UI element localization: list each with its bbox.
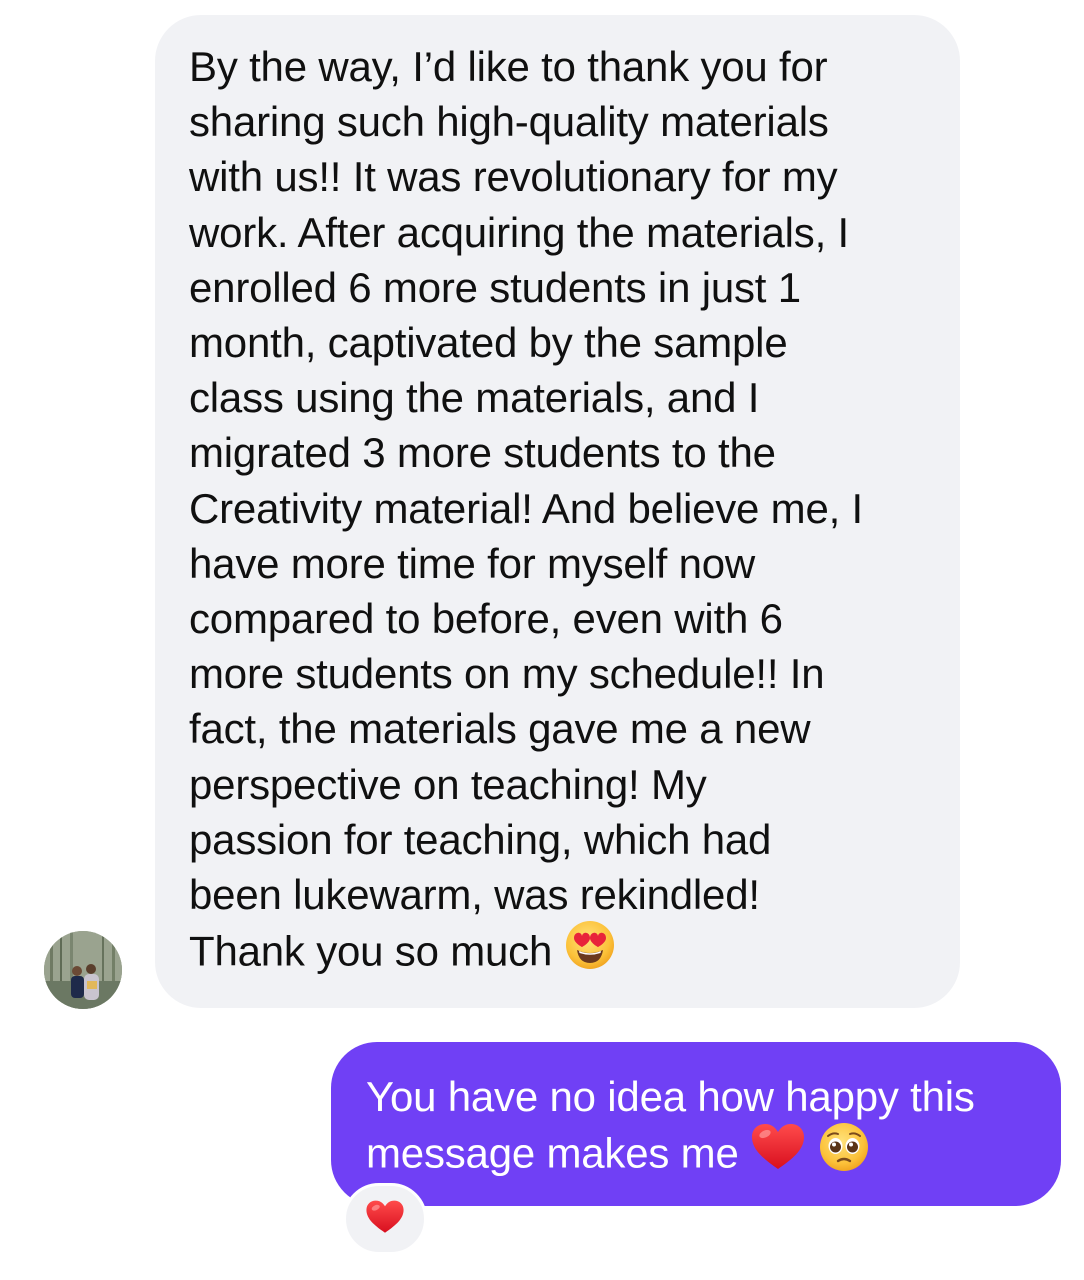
message-line: migrated 3 more students to the [189, 429, 776, 477]
outgoing-message-bubble[interactable]: You have no idea how happy this message … [331, 1042, 1061, 1206]
message-line: work. After acquiring the materials, I [189, 208, 850, 256]
message-line: sharing such high-quality materials [189, 98, 829, 146]
message-line: fact, the materials gave me a new [189, 705, 811, 753]
heart-eyes-emoji [564, 919, 616, 984]
pleading-face-emoji [818, 1121, 870, 1186]
message-line: more students on my schedule!! In [189, 650, 825, 698]
message-line: month, captivated by the sample [189, 319, 788, 367]
message-line: passion for teaching, which had [189, 815, 772, 863]
message-line-last: message makes me [366, 1121, 1041, 1189]
message-line: with us!! It was revolutionary for my [189, 153, 838, 201]
message-line: compared to before, even with 6 [189, 595, 783, 643]
incoming-message-bubble[interactable]: By the way, I’d like to thank you for sh… [155, 15, 960, 1008]
message-line: class using the materials, and I [189, 374, 760, 422]
message-line-text: message makes me [366, 1129, 739, 1177]
message-line-last: Thank you so much [189, 919, 930, 987]
avatar-photo [44, 931, 122, 1009]
message-line: been lukewarm, was rekindled! [189, 871, 760, 919]
red-heart-emoji [750, 1122, 806, 1185]
contact-avatar[interactable] [44, 931, 122, 1009]
message-line: By the way, I’d like to thank you for [189, 43, 828, 90]
message-line: Creativity material! And believe me, I [189, 484, 864, 532]
reaction-badge[interactable] [343, 1183, 427, 1255]
message-line-text: Thank you so much [189, 927, 553, 975]
message-line: You have no idea how happy this [366, 1073, 975, 1120]
message-line: enrolled 6 more students in just 1 [189, 263, 801, 311]
red-heart-emoji [365, 1199, 405, 1240]
message-line: have more time for myself now [189, 539, 756, 587]
message-line: perspective on teaching! My [189, 760, 707, 808]
